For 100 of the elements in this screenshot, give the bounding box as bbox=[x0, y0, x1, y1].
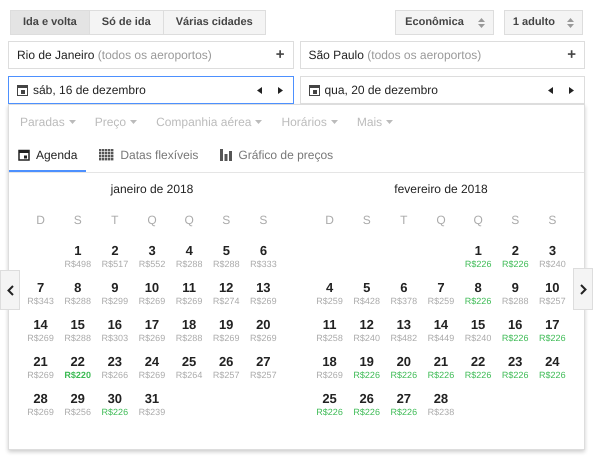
weekday-label: D bbox=[325, 212, 334, 229]
calendar-day[interactable]: 17 R$226 bbox=[534, 317, 571, 344]
calendar-day[interactable]: 4 R$259 bbox=[311, 280, 348, 307]
calendar-day[interactable]: 13 R$269 bbox=[244, 280, 282, 307]
next-month-button[interactable] bbox=[573, 268, 593, 310]
calendar-day[interactable]: 1 R$498 bbox=[59, 243, 96, 270]
day-price: R$226 bbox=[464, 258, 492, 270]
calendar-day[interactable]: 25 R$226 bbox=[311, 391, 348, 418]
trip-type-tab[interactable]: Só de ida bbox=[88, 10, 164, 35]
date-field[interactable]: qua, 20 de dezembro bbox=[300, 76, 585, 104]
calendar-day[interactable]: 11 R$269 bbox=[170, 280, 208, 307]
calendar-day[interactable]: 17 R$269 bbox=[133, 317, 170, 344]
date-field[interactable]: sáb, 16 de dezembro bbox=[8, 76, 294, 104]
calendar-day[interactable]: 12 R$240 bbox=[348, 317, 386, 344]
add-button[interactable]: + bbox=[276, 44, 284, 66]
calendar-day[interactable]: 26 R$257 bbox=[208, 354, 245, 381]
passengers-select[interactable]: 1 adulto bbox=[504, 10, 583, 35]
day-number: 4 bbox=[186, 243, 193, 258]
previous-month-button[interactable] bbox=[0, 270, 20, 310]
day-price: R$428 bbox=[353, 295, 380, 307]
day-number: 3 bbox=[148, 243, 156, 258]
trip-type-tab[interactable]: Várias cidades bbox=[162, 10, 266, 35]
calendar-day[interactable]: 2 R$517 bbox=[96, 243, 134, 270]
day-price: R$226 bbox=[428, 369, 454, 381]
trip-type-tab[interactable]: Ida e volta bbox=[10, 10, 90, 35]
view-tab[interactable]: Datas flexíveis bbox=[90, 139, 208, 172]
day-number: 5 bbox=[363, 280, 370, 295]
day-price: R$269 bbox=[138, 369, 166, 381]
calendar-day[interactable]: 3 R$552 bbox=[134, 243, 171, 270]
calendar-day[interactable]: 2 R$226 bbox=[496, 243, 534, 270]
origin-field[interactable]: Rio de Janeiro (todos os aeroportos) + bbox=[8, 41, 294, 69]
calendar-day[interactable]: 7 R$343 bbox=[22, 280, 60, 307]
calendar-day[interactable]: 16 R$303 bbox=[96, 317, 134, 344]
calendar-day[interactable]: 28 R$269 bbox=[22, 391, 60, 418]
calendar-day[interactable]: 25 R$264 bbox=[170, 354, 208, 381]
calendar-day[interactable]: 20 R$269 bbox=[244, 317, 282, 344]
calendar-day[interactable]: 5 R$428 bbox=[348, 280, 386, 307]
previous-icon[interactable] bbox=[548, 86, 553, 94]
calendar-day[interactable]: 21 R$226 bbox=[422, 354, 460, 381]
calendar-day[interactable]: 6 R$378 bbox=[385, 280, 422, 307]
next-icon[interactable] bbox=[278, 86, 282, 94]
calendar-day[interactable]: 14 R$269 bbox=[22, 317, 60, 344]
day-price: R$552 bbox=[138, 258, 166, 270]
calendar-day[interactable]: 20 R$226 bbox=[385, 354, 422, 381]
calendar-day[interactable]: 27 R$226 bbox=[385, 391, 422, 418]
calendar-day[interactable]: 10 R$257 bbox=[534, 280, 571, 307]
calendar-day[interactable]: 24 R$269 bbox=[133, 354, 170, 381]
calendar-day[interactable]: 10 R$269 bbox=[133, 280, 170, 307]
calendar-day[interactable]: 27 R$257 bbox=[244, 354, 282, 381]
calendar-day[interactable]: 11 R$258 bbox=[311, 317, 348, 344]
calendar-day[interactable]: 18 R$288 bbox=[170, 317, 208, 344]
calendar-day[interactable]: 21 R$269 bbox=[22, 354, 60, 381]
calendar-day[interactable]: 16 R$226 bbox=[496, 317, 534, 344]
day-number: 19 bbox=[218, 317, 234, 332]
day-price: R$226 bbox=[464, 369, 492, 381]
calendar-day[interactable]: 13 R$482 bbox=[385, 317, 422, 344]
next-icon[interactable] bbox=[569, 86, 574, 94]
calendar-day[interactable]: 24 R$226 bbox=[534, 354, 571, 381]
view-tab[interactable]: Agenda bbox=[9, 139, 86, 172]
calendar-day[interactable]: 1 R$226 bbox=[460, 243, 497, 270]
calendar-icon bbox=[18, 148, 30, 160]
calendar-day[interactable]: 15 R$288 bbox=[59, 317, 96, 344]
calendar-day[interactable]: 5 R$288 bbox=[208, 243, 245, 270]
calendar-day[interactable]: 22 R$226 bbox=[460, 354, 497, 381]
calendar-day[interactable]: 28 R$238 bbox=[422, 391, 460, 418]
calendar-day[interactable]: 3 R$240 bbox=[534, 243, 571, 270]
day-number: 29 bbox=[70, 391, 85, 406]
grid-icon bbox=[99, 148, 114, 160]
calendar-day[interactable]: 19 R$226 bbox=[348, 354, 386, 381]
calendar-day[interactable]: 9 R$288 bbox=[496, 280, 534, 307]
weekday-label: Q bbox=[436, 212, 446, 229]
calendar-day[interactable]: 9 R$299 bbox=[96, 280, 134, 307]
destination-field[interactable]: São Paulo (todos os aeroportos) + bbox=[300, 41, 585, 69]
day-number: 7 bbox=[36, 280, 44, 295]
calendar-day[interactable]: 12 R$274 bbox=[208, 280, 245, 307]
calendar-day[interactable]: 26 R$226 bbox=[348, 391, 386, 418]
calendar-day[interactable]: 23 R$226 bbox=[496, 354, 534, 381]
calendar-day[interactable]: 14 R$449 bbox=[422, 317, 460, 344]
calendar-day[interactable]: 22 R$220 bbox=[59, 354, 96, 381]
day-price: R$288 bbox=[176, 332, 202, 344]
calendar-day[interactable]: 19 R$269 bbox=[208, 317, 245, 344]
day-price: R$269 bbox=[316, 369, 343, 381]
calendar-day[interactable]: 8 R$226 bbox=[460, 280, 497, 307]
calendar-day[interactable]: 18 R$269 bbox=[311, 354, 348, 381]
day-number: 19 bbox=[359, 354, 374, 369]
calendar-day[interactable]: 8 R$288 bbox=[59, 280, 96, 307]
add-button[interactable]: + bbox=[567, 44, 576, 66]
calendar-day[interactable]: 4 R$288 bbox=[170, 243, 208, 270]
calendar-day[interactable]: 15 R$240 bbox=[460, 317, 497, 344]
calendar-day[interactable]: 31 R$239 bbox=[133, 391, 170, 418]
calendar-day[interactable]: 29 R$256 bbox=[59, 391, 96, 418]
day-price: R$220 bbox=[64, 369, 91, 381]
calendar-day[interactable]: 7 R$259 bbox=[422, 280, 460, 307]
calendar-day[interactable]: 30 R$226 bbox=[96, 391, 134, 418]
day-price: R$226 bbox=[102, 406, 128, 418]
previous-icon[interactable] bbox=[256, 86, 262, 94]
cabin-select[interactable]: Econômica bbox=[395, 10, 494, 35]
view-tab[interactable]: Gráfico de preços bbox=[211, 139, 342, 172]
calendar-day[interactable]: 23 R$266 bbox=[96, 354, 134, 381]
calendar-day[interactable]: 6 R$333 bbox=[244, 243, 282, 270]
